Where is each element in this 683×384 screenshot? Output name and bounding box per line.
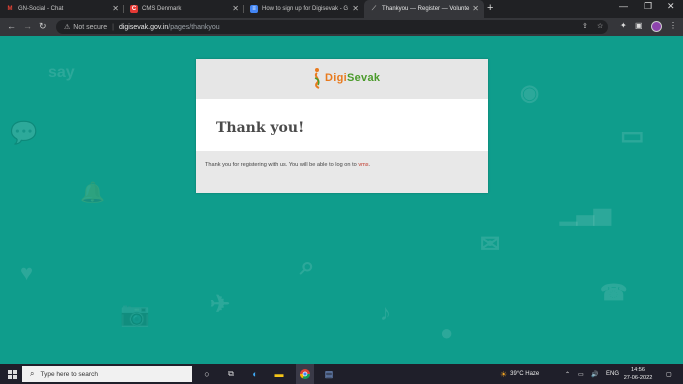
profile-avatar[interactable] (651, 21, 662, 32)
url-host[interactable]: digisevak.gov.in (119, 24, 168, 31)
close-icon[interactable]: ✕ (352, 4, 359, 13)
taskbar-search[interactable]: ⌕ Type here to search (22, 366, 192, 382)
page-icon: ⟋ (371, 5, 377, 12)
tab-title: GN-Social - Chat (18, 6, 64, 12)
bg-mail-icon: ✉ (480, 231, 501, 258)
tab-thankyou[interactable]: ⟋ Thankyou — Register — Volunte ✕ (364, 0, 484, 18)
clock-date: 27-06-2022 (623, 375, 653, 381)
close-icon[interactable]: ✕ (232, 4, 239, 13)
bg-apple-icon: ● (440, 320, 454, 345)
bg-heart-icon: ♥ (20, 260, 34, 285)
digisevak-logo[interactable]: DigiSevak (325, 72, 380, 84)
close-icon[interactable]: ✕ (112, 4, 119, 13)
tab-strip: M GN-Social - Chat ✕ C CMS Denmark ✕ ≡ H… (0, 0, 683, 18)
clock-time: 14:56 (631, 367, 645, 373)
bg-say-bubble-icon: say (48, 64, 75, 81)
address-bar[interactable]: ⚠ Not secure | digisevak.gov.in /pages/t… (56, 20, 608, 34)
bg-camera-icon-2: ◉ (520, 80, 540, 105)
logo-suffix: Sevak (346, 72, 381, 84)
forward-icon[interactable]: → (23, 21, 32, 31)
notepad-icon[interactable]: ▤ (322, 364, 336, 384)
tab-gn-social[interactable]: M GN-Social - Chat ✕ (0, 0, 124, 18)
task-view-icon[interactable]: ○ (200, 364, 214, 384)
url-path[interactable]: /pages/thankyou (168, 24, 219, 31)
message-text: Thank you for registering with us. You w… (205, 162, 359, 168)
share-icon[interactable]: ⇪ (582, 22, 588, 30)
taskbar: ⌕ Type here to search ○ ⧉ ◐ ▬ ▤ ☀ 39°C H… (0, 364, 683, 384)
docs-icon: ≡ (250, 5, 258, 13)
browser-toolbar: ← → ↻ ⚠ Not secure | digisevak.gov.in /p… (0, 18, 683, 36)
card-header: DigiSevak (196, 59, 488, 99)
extensions-icon[interactable]: ✦ (620, 21, 627, 30)
tab-how-to-sign-up[interactable]: ≡ How to sign up for Digisevak - G ✕ (244, 0, 364, 18)
message-end: . (368, 162, 371, 168)
digisevak-logo-icon (314, 68, 320, 89)
network-icon[interactable]: ▭ (578, 364, 584, 384)
widgets-icon[interactable]: ⧉ (224, 364, 238, 384)
back-icon[interactable]: ← (7, 21, 16, 31)
bg-folder-icon: ▭ (620, 120, 645, 150)
clock[interactable]: 14:56 27-06-2022 (618, 366, 658, 382)
close-icon[interactable]: ✕ (472, 4, 479, 13)
tab-title: Thankyou — Register — Volunte (382, 6, 470, 12)
weather-text: 39°C Haze (510, 371, 540, 377)
card-footer (196, 151, 488, 193)
bg-music-icon: ♪ (380, 300, 391, 325)
gmail-icon: M (6, 5, 14, 13)
search-icon: ⌕ (30, 369, 35, 378)
bg-camera-icon: 📷 (120, 301, 150, 328)
tray-chevron-icon[interactable]: ⌃ (565, 364, 570, 384)
confirmation-message: Thank you for registering with us. You w… (205, 162, 370, 168)
search-placeholder: Type here to search (40, 370, 98, 378)
page-title: Thank you! (216, 120, 305, 136)
minimize-icon[interactable]: — (619, 1, 628, 11)
reload-icon[interactable]: ↻ (39, 21, 47, 32)
chrome-icon[interactable] (296, 364, 314, 384)
restore-icon[interactable]: ❐ (644, 1, 652, 12)
volume-icon[interactable]: 🔊 (591, 364, 598, 384)
cms-icon: C (130, 5, 138, 13)
divider: | (112, 23, 114, 31)
warning-icon[interactable]: ⚠ (64, 23, 70, 31)
close-window-icon[interactable]: ✕ (667, 1, 675, 12)
bg-plane-icon: ✈ (210, 291, 231, 318)
bookmark-star-icon[interactable]: ☆ (597, 22, 603, 30)
notifications-icon[interactable]: ▢ (666, 364, 672, 384)
tab-title: How to sign up for Digisevak - G (262, 6, 349, 12)
file-explorer-icon[interactable]: ▬ (272, 364, 286, 384)
bg-bell-icon: 🔔 (80, 182, 105, 204)
bg-chat-icon: 💬 (10, 120, 38, 145)
windows-start-icon[interactable] (4, 364, 20, 384)
menu-icon[interactable]: ⋮ (669, 21, 677, 30)
sidebar-icon[interactable]: ▣ (635, 21, 643, 30)
new-tab-button[interactable]: + (487, 2, 493, 14)
logo-prefix: Digi (325, 72, 347, 84)
bg-signal-icon: ▁▃▅ (560, 200, 611, 225)
sun-icon: ☀ (500, 369, 508, 379)
edge-icon[interactable]: ◐ (248, 364, 262, 384)
weather-widget[interactable]: ☀ 39°C Haze (500, 364, 539, 384)
bg-phone-icon: ☎ (600, 280, 628, 305)
tab-title: CMS Denmark (142, 6, 182, 12)
bg-magnifier-icon: ⌕ (300, 250, 315, 280)
tab-cms-denmark[interactable]: C CMS Denmark ✕ (124, 0, 244, 18)
security-status[interactable]: Not secure (73, 24, 107, 31)
vms-link[interactable]: vms (358, 162, 368, 168)
